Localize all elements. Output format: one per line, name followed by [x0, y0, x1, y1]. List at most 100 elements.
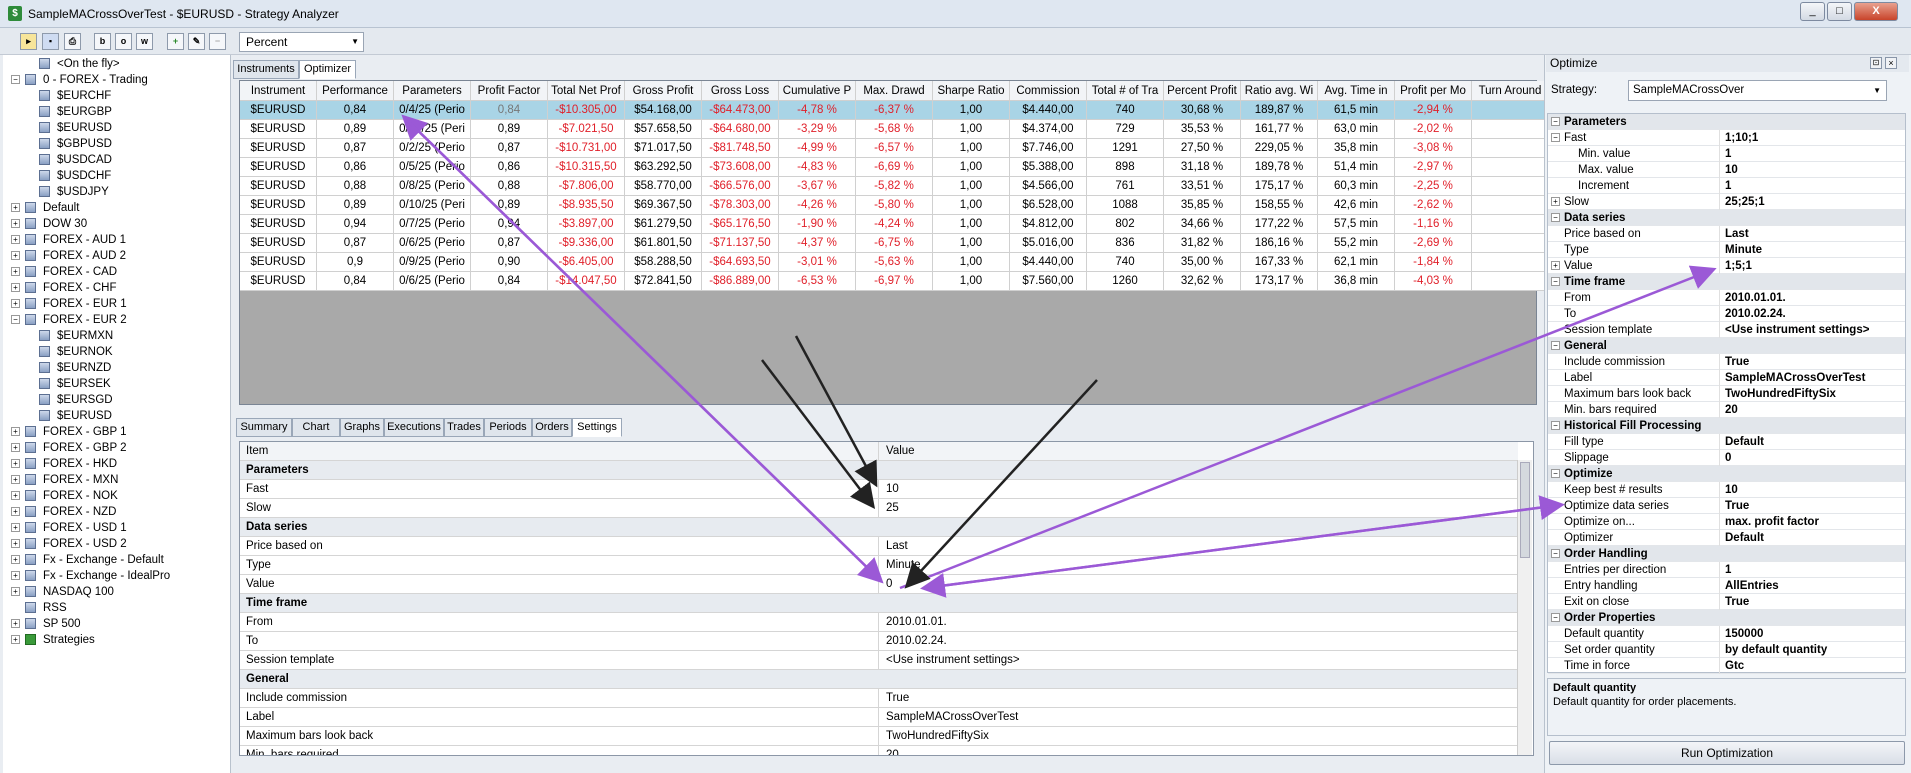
- property-value[interactable]: True: [1719, 498, 1749, 514]
- tree-item[interactable]: + FOREX - AUD 2: [11, 248, 126, 264]
- property-row[interactable]: Time in force Gtc: [1548, 658, 1905, 674]
- expand-icon[interactable]: +: [11, 267, 20, 277]
- collapse-icon[interactable]: −: [1551, 277, 1560, 286]
- property-row[interactable]: + Slow 25;25;1: [1548, 194, 1905, 210]
- property-row[interactable]: Increment 1: [1548, 178, 1905, 194]
- property-row[interactable]: Default quantity 150000: [1548, 626, 1905, 642]
- collapse-icon[interactable]: −: [1551, 133, 1560, 142]
- tree-item[interactable]: + FOREX - USD 1: [11, 520, 127, 536]
- tree-item[interactable]: $USDCHF: [39, 168, 111, 184]
- column-header[interactable]: Total Net Prof: [548, 81, 625, 101]
- tree-item[interactable]: + Strategies: [11, 632, 95, 648]
- maximize-button[interactable]: □: [1827, 2, 1852, 21]
- settings-row[interactable]: Fast 10: [240, 480, 1518, 499]
- column-header[interactable]: Profit per Mo: [1395, 81, 1472, 101]
- property-value[interactable]: 10: [1719, 162, 1738, 178]
- edit-icon[interactable]: ✎: [188, 33, 205, 50]
- tab-summary[interactable]: Summary: [236, 418, 292, 437]
- strategy-select[interactable]: SampleMACrossOver ▼: [1628, 80, 1887, 101]
- table-row[interactable]: $EURUSD 0,87 0/2/25 (Perio 0,87 -$10.731,00 $…: [240, 139, 1549, 158]
- settings-row[interactable]: Type Minute: [240, 556, 1518, 575]
- tree-item[interactable]: + DOW 30: [11, 216, 87, 232]
- property-category[interactable]: − Parameters: [1548, 114, 1905, 130]
- tree-item[interactable]: $EURNZD: [39, 360, 111, 376]
- property-value[interactable]: <Use instrument settings>: [1719, 322, 1869, 338]
- tab-executions[interactable]: Executions: [384, 418, 444, 437]
- property-category[interactable]: − General: [1548, 338, 1905, 354]
- property-category[interactable]: − Historical Fill Processing: [1548, 418, 1905, 434]
- property-value[interactable]: AllEntries: [1719, 578, 1779, 594]
- column-header[interactable]: Gross Loss: [702, 81, 779, 101]
- settings-row[interactable]: Price based on Last: [240, 537, 1518, 556]
- table-row[interactable]: $EURUSD 0,9 0/9/25 (Perio 0,90 -$6.405,00 $58…: [240, 253, 1549, 272]
- tab-graphs[interactable]: Graphs: [340, 418, 384, 437]
- column-header[interactable]: Percent Profit: [1164, 81, 1241, 101]
- column-header[interactable]: Max. Drawd: [856, 81, 933, 101]
- tree-item[interactable]: $EURSGD: [39, 392, 113, 408]
- property-value[interactable]: Default: [1719, 434, 1764, 450]
- tab-optimizer[interactable]: Optimizer: [299, 60, 356, 79]
- property-row[interactable]: Entry handling AllEntries: [1548, 578, 1905, 594]
- settings-row[interactable]: Slow 25: [240, 499, 1518, 518]
- property-value[interactable]: 1: [1719, 146, 1731, 162]
- expand-icon[interactable]: +: [11, 459, 20, 469]
- table-row[interactable]: $EURUSD 0,88 0/8/25 (Perio 0,88 -$7.806,00 $5…: [240, 177, 1549, 196]
- property-value[interactable]: True: [1719, 354, 1749, 370]
- expand-icon[interactable]: +: [11, 571, 20, 581]
- property-row[interactable]: Optimize data series True: [1548, 498, 1905, 514]
- property-value[interactable]: 20: [1719, 402, 1738, 418]
- tab-instruments[interactable]: Instruments: [233, 60, 299, 79]
- expand-icon[interactable]: +: [11, 507, 20, 517]
- column-header[interactable]: Gross Profit: [625, 81, 702, 101]
- property-row[interactable]: Price based on Last: [1548, 226, 1905, 242]
- property-category[interactable]: − Optimize: [1548, 466, 1905, 482]
- expand-icon[interactable]: +: [1551, 197, 1560, 206]
- column-header[interactable]: Profit Factor: [471, 81, 548, 101]
- property-row[interactable]: Exit on close True: [1548, 594, 1905, 610]
- add-icon[interactable]: +: [167, 33, 184, 50]
- property-row[interactable]: + Value 1;5;1: [1548, 258, 1905, 274]
- table-row[interactable]: $EURUSD 0,84 0/4/25 (Perio 0,84 -$10.305,00 $…: [240, 101, 1549, 120]
- property-value[interactable]: 2010.01.01.: [1719, 290, 1786, 306]
- tree-item[interactable]: + FOREX - CHF: [11, 280, 116, 296]
- collapse-icon[interactable]: −: [1551, 341, 1560, 350]
- property-row[interactable]: Session template <Use instrument settings…: [1548, 322, 1905, 338]
- settings-category[interactable]: Parameters: [240, 461, 1518, 480]
- tree-item[interactable]: + FOREX - USD 2: [11, 536, 127, 552]
- settings-row[interactable]: From 2010.01.01.: [240, 613, 1518, 632]
- delete-icon[interactable]: −: [209, 33, 226, 50]
- property-value[interactable]: 1;10;1: [1719, 130, 1758, 146]
- tree-item[interactable]: + Default: [11, 200, 79, 216]
- property-row[interactable]: Min. bars required 20: [1548, 402, 1905, 418]
- property-row[interactable]: − Fast 1;10;1: [1548, 130, 1905, 146]
- expand-icon[interactable]: +: [11, 475, 20, 485]
- table-row[interactable]: $EURUSD 0,89 0/10/25 (Peri 0,89 -$7.021,50 $5…: [240, 120, 1549, 139]
- tree-item[interactable]: RSS: [11, 600, 67, 616]
- property-value[interactable]: Minute: [1719, 242, 1762, 258]
- property-value[interactable]: 0: [1719, 450, 1731, 466]
- property-value[interactable]: max. profit factor: [1719, 514, 1819, 530]
- tree-item[interactable]: + FOREX - GBP 2: [11, 440, 127, 456]
- expand-icon[interactable]: +: [11, 555, 20, 565]
- collapse-icon[interactable]: −: [11, 75, 20, 85]
- property-row[interactable]: Keep best # results 10: [1548, 482, 1905, 498]
- open-folder-icon[interactable]: ▸: [20, 33, 37, 50]
- table-row[interactable]: $EURUSD 0,84 0/6/25 (Perio 0,84 -$14.047,50 $…: [240, 272, 1549, 291]
- property-category[interactable]: − Time frame: [1548, 274, 1905, 290]
- collapse-icon[interactable]: −: [1551, 421, 1560, 430]
- tree-item[interactable]: $GBPUSD: [39, 136, 112, 152]
- tree-item[interactable]: $EURUSD: [39, 408, 112, 424]
- tree-item[interactable]: + FOREX - NZD: [11, 504, 116, 520]
- property-value[interactable]: 1;5;1: [1719, 258, 1752, 274]
- property-value[interactable]: by default quantity: [1719, 642, 1827, 658]
- property-value[interactable]: 25;25;1: [1719, 194, 1765, 210]
- tab-trades[interactable]: Trades: [444, 418, 484, 437]
- expand-icon[interactable]: +: [11, 539, 20, 549]
- expand-icon[interactable]: +: [11, 443, 20, 453]
- expand-icon[interactable]: +: [11, 219, 20, 229]
- collapse-icon[interactable]: −: [1551, 549, 1560, 558]
- tree-item[interactable]: $EURUSD: [39, 120, 112, 136]
- tree-item[interactable]: + Fx - Exchange - Default: [11, 552, 164, 568]
- column-header[interactable]: Instrument: [240, 81, 317, 101]
- tab-settings[interactable]: Settings: [572, 418, 622, 437]
